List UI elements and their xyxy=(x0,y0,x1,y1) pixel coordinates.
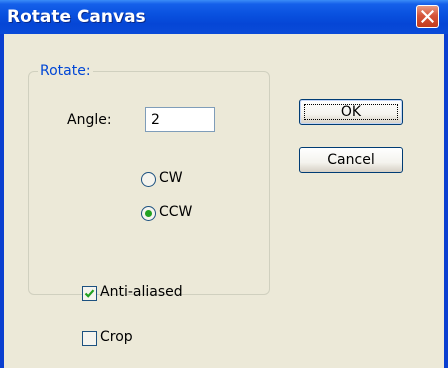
anti-aliased-label[interactable]: Anti-aliased xyxy=(100,284,183,300)
anti-aliased-checkbox[interactable] xyxy=(82,286,97,301)
close-icon xyxy=(421,10,434,23)
checkmark-icon xyxy=(84,289,95,298)
dialog-body: Rotate: Angle: CW CCW Anti-aliased Crop … xyxy=(4,34,444,368)
crop-label[interactable]: Crop xyxy=(100,329,133,345)
ccw-radio-selected-dot xyxy=(145,210,152,217)
rotate-group-legend: Rotate: xyxy=(38,63,93,79)
title-bar[interactable]: Rotate Canvas xyxy=(0,0,448,34)
close-button[interactable] xyxy=(416,5,439,28)
angle-label: Angle: xyxy=(67,112,112,128)
cancel-button[interactable]: Cancel xyxy=(299,147,403,173)
ok-button[interactable]: OK xyxy=(299,99,403,125)
cancel-button-label: Cancel xyxy=(327,152,375,168)
cw-label[interactable]: CW xyxy=(159,170,183,186)
ccw-radio[interactable] xyxy=(141,206,156,221)
angle-input[interactable] xyxy=(145,107,215,132)
ccw-label[interactable]: CCW xyxy=(159,204,192,220)
crop-checkbox[interactable] xyxy=(82,331,97,346)
rotate-canvas-dialog: Rotate Canvas Rotate: Angle: CW CCW Anti… xyxy=(0,0,448,368)
cw-radio[interactable] xyxy=(141,172,156,187)
ok-button-label: OK xyxy=(340,104,362,120)
dialog-title: Rotate Canvas xyxy=(7,7,146,27)
